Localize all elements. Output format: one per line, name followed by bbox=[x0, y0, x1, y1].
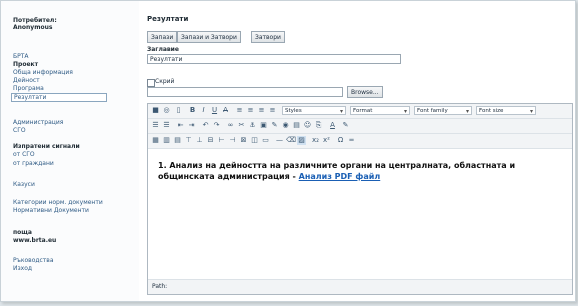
sidebar-item-sent-signals[interactable]: Изпратени сигнали bbox=[13, 143, 80, 150]
sidebar-item-manuals[interactable]: Ръководства bbox=[13, 257, 54, 264]
font-size-dropdown[interactable]: Font size bbox=[476, 106, 536, 116]
html-icon[interactable]: ◉ bbox=[281, 121, 290, 130]
hide-checkbox[interactable] bbox=[147, 79, 155, 87]
page-title: Резултати bbox=[147, 15, 189, 23]
editor-toolbar-row3: ▦ ▥ ▤ ⊤ ⊥ ⊟ ⊢ ⊣ ⊠ ◫ ▭ — ⌫ ▨ x₂ x² Ω ═ bbox=[148, 134, 572, 149]
bullet-list-icon[interactable]: ☰ bbox=[151, 121, 160, 130]
save-close-button[interactable]: Запази и Затвори bbox=[177, 31, 241, 43]
text-color-icon[interactable]: A bbox=[328, 121, 337, 130]
italic-icon[interactable]: I bbox=[199, 106, 208, 115]
sidebar-item-normative-docs[interactable]: Нормативни Документи bbox=[13, 207, 89, 214]
horizontal-rule-icon[interactable]: — bbox=[275, 136, 284, 145]
background-color-icon[interactable]: ✎ bbox=[341, 121, 350, 130]
sidebar-item-exit[interactable]: Изход bbox=[13, 265, 32, 272]
indent-icon[interactable]: ⇥ bbox=[187, 121, 196, 130]
remove-format-icon[interactable]: ⌫ bbox=[286, 136, 296, 145]
strikethrough-icon[interactable]: A bbox=[221, 106, 230, 115]
link-icon[interactable]: ∞ bbox=[226, 121, 235, 130]
sidebar-item-project[interactable]: Проект bbox=[13, 61, 38, 68]
bold-icon[interactable]: B bbox=[188, 106, 197, 115]
format-dropdown[interactable]: Format bbox=[350, 106, 410, 116]
user-name: Anonymous bbox=[13, 24, 53, 31]
visual-aid-icon[interactable]: ▨ bbox=[297, 136, 306, 145]
styles-dropdown[interactable]: Styles bbox=[282, 106, 346, 116]
insert-col-after-icon[interactable]: ⊣ bbox=[228, 136, 237, 145]
sidebar-item-website[interactable]: www.brta.eu bbox=[13, 237, 56, 244]
status-path: Path: bbox=[152, 283, 168, 290]
preview-icon[interactable]: ◎ bbox=[162, 106, 171, 115]
undo-icon[interactable]: ↶ bbox=[201, 121, 210, 130]
sidebar-item-cases[interactable]: Казуси bbox=[13, 181, 35, 188]
paste-icon[interactable]: ⎘ bbox=[314, 121, 323, 130]
align-right-icon[interactable]: ≡ bbox=[257, 106, 266, 115]
unlink-icon[interactable]: ✂ bbox=[237, 121, 246, 130]
media-icon[interactable]: ▤ bbox=[292, 121, 301, 130]
outdent-icon[interactable]: ⇤ bbox=[176, 121, 185, 130]
editor-toolbar-row1: ■ ◎ ▯ B I U A ≡ ≡ ≡ ≡ Styles Format Font… bbox=[148, 104, 572, 119]
emotions-icon[interactable]: ☺ bbox=[303, 121, 312, 130]
main-content: Резултати Запази Запази и Затвори Затвор… bbox=[141, 1, 575, 301]
split-cells-icon[interactable]: ◫ bbox=[250, 136, 259, 145]
sidebar-item-from-citizens[interactable]: от граждани bbox=[13, 160, 54, 167]
font-family-dropdown[interactable]: Font family bbox=[414, 106, 472, 116]
cell-props-icon[interactable]: ▤ bbox=[173, 136, 182, 145]
title-label: Заглавие bbox=[147, 46, 179, 53]
sidebar-item-results[interactable]: Резултати bbox=[11, 93, 107, 102]
numbered-list-icon[interactable]: ☰ bbox=[162, 121, 171, 130]
sidebar-item-activity[interactable]: Дейност bbox=[13, 77, 40, 84]
close-button[interactable]: Затвори bbox=[251, 31, 285, 43]
special-char-icon[interactable]: Ω bbox=[336, 136, 345, 145]
align-center-icon[interactable]: ≡ bbox=[246, 106, 255, 115]
sidebar-item-sgo[interactable]: СГО bbox=[13, 127, 26, 134]
save-icon[interactable]: ■ bbox=[151, 106, 160, 115]
insert-col-before-icon[interactable]: ⊢ bbox=[217, 136, 226, 145]
insert-line-icon[interactable]: ═ bbox=[347, 136, 356, 145]
align-left-icon[interactable]: ≡ bbox=[235, 106, 244, 115]
delete-row-icon[interactable]: ⊟ bbox=[206, 136, 215, 145]
table-icon[interactable]: ▦ bbox=[151, 136, 160, 145]
sidebar-item-doc-categories[interactable]: Категории норм. документи bbox=[13, 199, 103, 206]
redo-icon[interactable]: ↷ bbox=[212, 121, 221, 130]
superscript-icon[interactable]: x² bbox=[322, 136, 331, 145]
editor-toolbar-row2: ☰ ☰ ⇤ ⇥ ↶ ↷ ∞ ✂ ⚓ ▣ ✎ ◉ ▤ ☺ ⎘ A ✎ bbox=[148, 119, 572, 134]
subscript-icon[interactable]: x₂ bbox=[311, 136, 320, 145]
editor-statusbar: Path: bbox=[148, 279, 572, 294]
rich-text-editor: ■ ◎ ▯ B I U A ≡ ≡ ≡ ≡ Styles Format Font… bbox=[147, 103, 573, 295]
hide-label: Скрий bbox=[155, 78, 175, 85]
file-input[interactable] bbox=[147, 87, 343, 97]
sidebar-item-program[interactable]: Програма bbox=[13, 85, 44, 92]
sidebar-item-mail[interactable]: поща bbox=[13, 229, 32, 236]
row-props-icon[interactable]: ▥ bbox=[162, 136, 171, 145]
user-label: Потребител: bbox=[13, 17, 57, 24]
browse-button[interactable]: Browse... bbox=[347, 86, 383, 98]
title-input[interactable]: Резултати bbox=[147, 54, 401, 64]
new-document-icon[interactable]: ▯ bbox=[174, 106, 183, 115]
image-icon[interactable]: ▣ bbox=[259, 121, 268, 130]
save-button[interactable]: Запази bbox=[147, 31, 178, 43]
pdf-analysis-link[interactable]: Анализ PDF файл bbox=[299, 172, 381, 181]
sidebar-item-from-sgo[interactable]: от СГО bbox=[13, 151, 35, 158]
sidebar-item-general-info[interactable]: Обща информация bbox=[13, 69, 73, 76]
anchor-icon[interactable]: ⚓ bbox=[248, 121, 257, 130]
underline-icon[interactable]: U bbox=[210, 106, 219, 115]
cleanup-icon[interactable]: ✎ bbox=[270, 121, 279, 130]
editor-content[interactable]: 1. Анализ на дейността на различните орг… bbox=[158, 160, 558, 182]
sidebar-item-brta[interactable]: БРТА bbox=[13, 53, 29, 60]
sidebar: Потребител: Anonymous БРТА Проект Обща и… bbox=[1, 1, 139, 301]
insert-row-after-icon[interactable]: ⊥ bbox=[195, 136, 204, 145]
delete-col-icon[interactable]: ⊠ bbox=[239, 136, 248, 145]
insert-row-before-icon[interactable]: ⊤ bbox=[184, 136, 193, 145]
sidebar-item-administration[interactable]: Администрация bbox=[13, 119, 63, 126]
align-justify-icon[interactable]: ≡ bbox=[268, 106, 277, 115]
merge-cells-icon[interactable]: ▭ bbox=[261, 136, 270, 145]
window-frame: Потребител: Anonymous БРТА Проект Обща и… bbox=[0, 0, 576, 302]
